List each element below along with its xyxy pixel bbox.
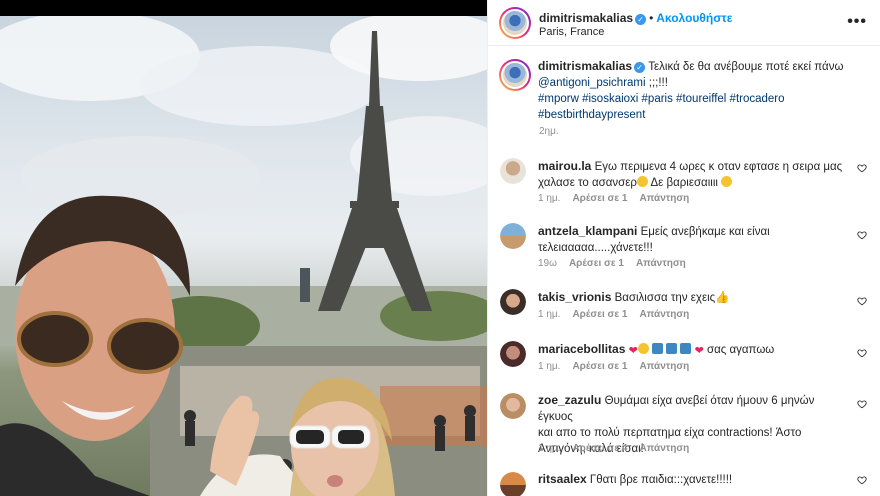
reply-button[interactable]: Απάντηση [639,193,689,204]
comment-meta: 1 ημ. Αρέσει σε 1 Απάντηση [538,361,701,372]
blue-square-emoji-icon [666,343,678,354]
commenter-username[interactable]: mairou.la [538,159,591,173]
comment-body-2: και απο το πολύ περπατημα είχα contracti… [538,427,802,439]
caption-text: dimitrismakalias ✓ Τελικά δε θα ανέβουμε … [538,58,858,123]
comment-body: σας αγαπωω [707,344,775,356]
heart-outline-icon[interactable] [857,296,867,306]
comment-text: mairou.la Εγω περιμενα 4 ωρες κ οταν εφτ… [538,158,848,191]
comment-text: mariacebollitas ❤ ❤ σας αγαπωω [538,341,848,359]
heart-outline-icon[interactable] [857,399,867,409]
commenter-avatar[interactable] [500,393,526,419]
heart-emoji-icon: ❤ [628,345,638,357]
comment-likes[interactable]: Αρέσει σε 1 [572,309,627,320]
author-avatar[interactable] [499,7,531,39]
separator-dot: • [649,11,654,25]
commenter-avatar[interactable] [500,341,526,367]
comment-time: 1 ημ. [538,193,561,204]
verified-badge-icon: ✓ [634,62,646,73]
comment-time: 19ω [538,258,557,269]
caption-body-end: ;;;!!! [648,77,668,89]
caption-username[interactable]: dimitrismakalias [538,59,632,73]
caption-author-avatar[interactable] [499,59,531,91]
comment-time: 1 ημ. [538,309,561,320]
commenter-username[interactable]: takis_vrionis [538,290,611,304]
blue-square-emoji-icon [680,343,692,354]
blue-square-emoji-icon [652,343,663,354]
comment-meta: 1 ημ. Αρέσει σε 4 Απάντηση [538,443,701,454]
comment-text: takis_vrionis Βασιλισσα την εχεις👍 [538,289,848,306]
comment-text: antzela_klampani Εμείς ανεβήκαμε και είν… [538,223,848,256]
comment-body-2: τελειααααα.....χάνετε!!! [538,242,653,254]
comment-time: 1 ημ. [538,443,561,454]
heart-outline-icon[interactable] [857,230,867,240]
top-black-bar [0,0,487,16]
more-options-icon[interactable]: ••• [847,13,867,31]
heart-emoji-icon: ❤ [694,345,704,357]
commenter-avatar[interactable] [500,289,526,315]
comment-likes[interactable]: Αρέσει σε 1 [572,193,627,204]
comment-likes[interactable]: Αρέσει σε 1 [569,258,624,269]
heart-outline-icon[interactable] [857,163,867,173]
post-photo[interactable] [0,16,487,496]
location-link[interactable]: Paris, France [539,26,604,38]
caption-mention[interactable]: @antigoni_psichrami [538,77,646,89]
laughing-emoji-icon [636,176,648,187]
comment-text: ritsaalex Γθατι βρε παιδια:::χανετε!!!!! [538,471,848,488]
star-eyes-emoji-icon [637,343,649,354]
author-username[interactable]: dimitrismakalias [539,11,633,25]
comment-body-2: χαλασε το ασανσερ [538,177,637,189]
comment-body: Εγω περιμενα 4 ωρες κ οταν εφτασε η σειρ… [594,161,843,173]
thumbs-up-emoji-icon: 👍 [715,292,730,304]
smiling-emoji-icon [721,176,733,187]
post-time: 2ημ. [539,126,559,137]
caption-hashtags-2[interactable]: #bestbirthdaypresent [538,109,645,121]
verified-badge-icon: ✓ [635,14,647,25]
comment-meta: 1 ημ. Αρέσει σε 1 Απάντηση [538,193,701,204]
comment-body-3: Δε βαριεσαιιιι [650,177,718,189]
comment-likes[interactable]: Αρέσει σε 1 [572,361,627,372]
post-header: dimitrismakalias ✓ • Ακολουθήστε Paris, Fra… [488,0,880,46]
comment-time: 1 ημ. [538,361,561,372]
comment-body: Εμείς ανεβήκαμε και είναι [640,226,770,238]
comment-meta: 1 ημ. Αρέσει σε 1 Απάντηση [538,309,701,320]
reply-button[interactable]: Απάντηση [639,443,689,454]
commenter-username[interactable]: ritsaalex [538,472,587,486]
comment-body: Γθατι βρε παιδια:::χανετε!!!!! [589,474,733,486]
caption-body: Τελικά δε θα ανέβουμε ποτέ εκεί πάνω [648,61,844,73]
reply-button[interactable]: Απάντηση [639,361,689,372]
commenter-avatar[interactable] [500,158,526,184]
comment-likes[interactable]: Αρέσει σε 4 [572,443,627,454]
post-sidebar: dimitrismakalias ✓ • Ακολουθήστε Paris, Fra… [487,0,880,496]
follow-button[interactable]: Ακολουθήστε [656,11,732,25]
comment-meta: 19ω Αρέσει σε 1 Απάντηση [538,258,698,269]
reply-button[interactable]: Απάντηση [636,258,686,269]
caption-hashtags[interactable]: #mporw #isoskaioxi #paris #toureiffel #t… [538,93,785,105]
comment-body: Βασιλισσα την εχεις [614,292,716,304]
commenter-username[interactable]: mariacebollitas [538,342,625,356]
heart-outline-icon[interactable] [857,475,867,485]
eiffel-tower-selfie-image [0,16,487,496]
heart-outline-icon[interactable] [857,348,867,358]
commenter-avatar[interactable] [500,472,526,496]
commenter-username[interactable]: antzela_klampani [538,224,637,238]
reply-button[interactable]: Απάντηση [639,309,689,320]
commenter-avatar[interactable] [500,223,526,249]
commenter-username[interactable]: zoe_zazulu [538,393,601,407]
